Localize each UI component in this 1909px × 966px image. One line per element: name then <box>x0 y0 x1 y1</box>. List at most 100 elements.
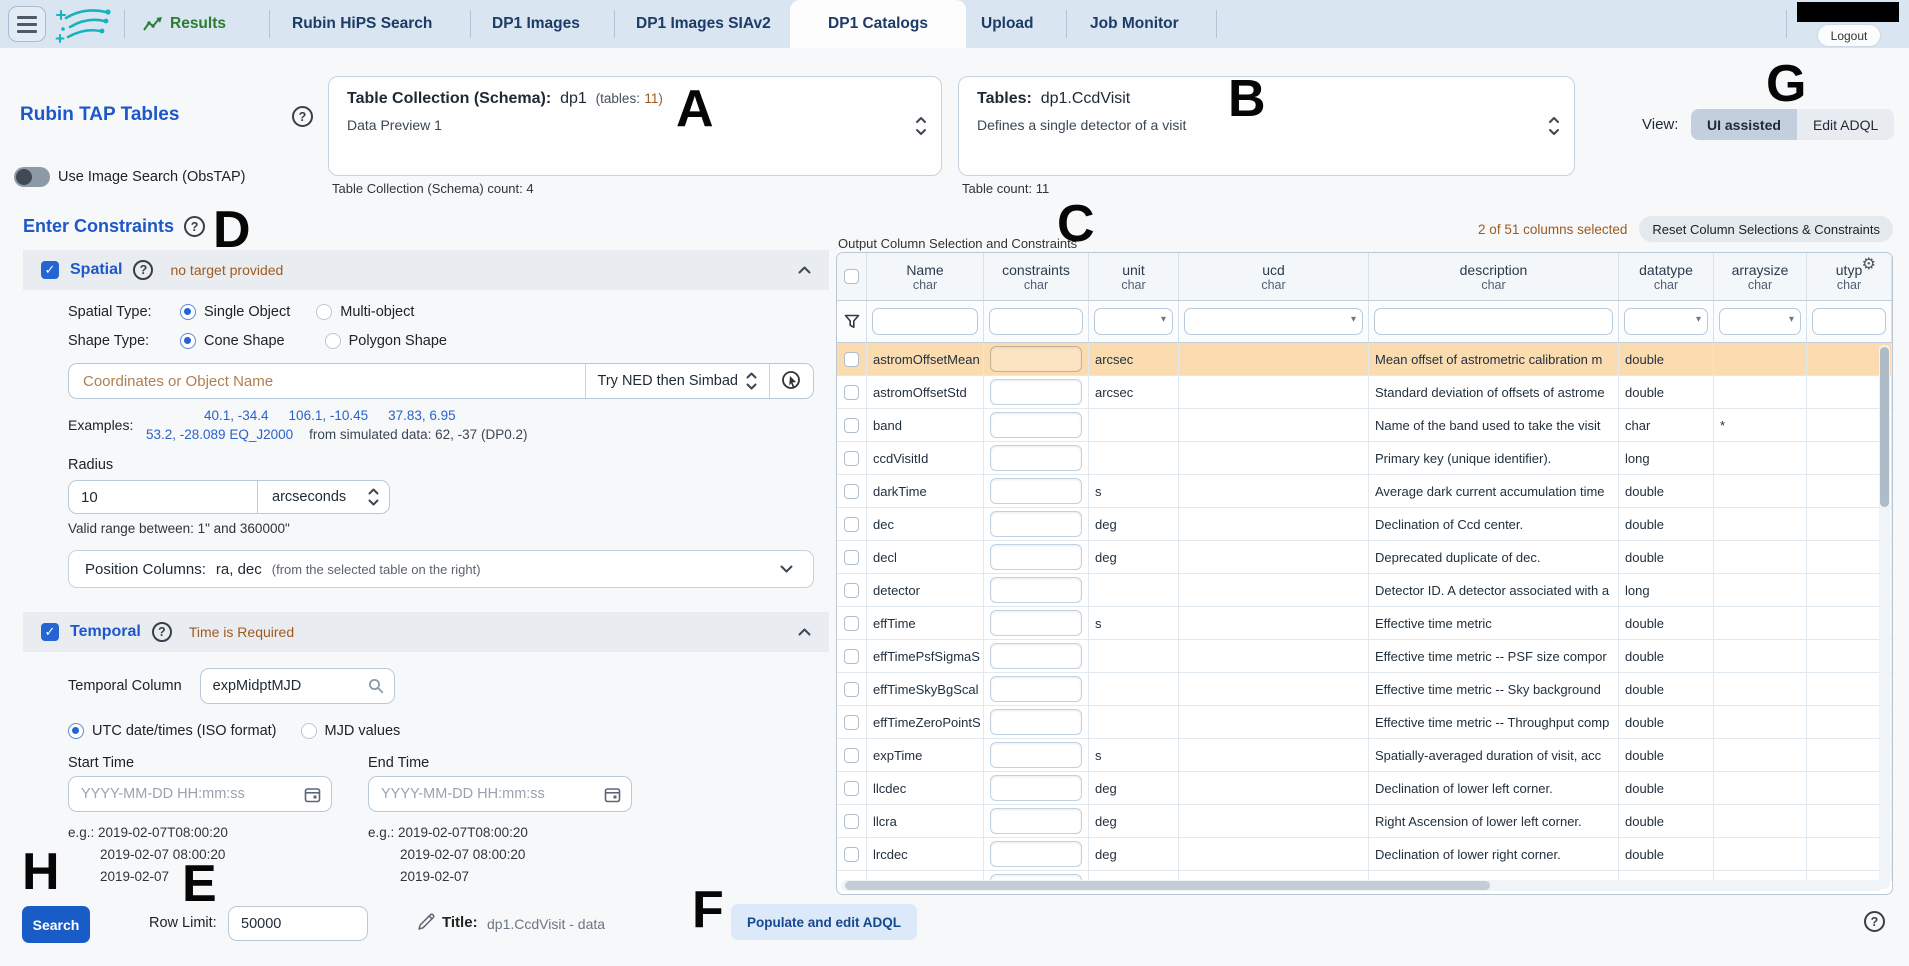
table-row[interactable]: detectorDetector ID. A detector associat… <box>837 574 1892 607</box>
filter-unit-input[interactable]: ▾ <box>1094 308 1173 335</box>
table-settings-gear-icon[interactable]: ⚙ <box>1862 257 1876 273</box>
tab-results[interactable]: Results <box>142 0 226 48</box>
column-header-datatype[interactable]: datatypechar <box>1619 253 1714 300</box>
utc-format-radio[interactable] <box>68 723 84 739</box>
multi-object-label[interactable]: Multi-object <box>340 304 414 320</box>
mjd-format-label[interactable]: MJD values <box>325 723 401 739</box>
table-row[interactable]: effTimeSkyBgScalEffective time metric --… <box>837 673 1892 706</box>
row-checkbox[interactable] <box>844 352 859 367</box>
vertical-scrollbar-thumb[interactable] <box>1880 347 1889 507</box>
constraint-input[interactable] <box>990 676 1082 702</box>
filter-ucd-input[interactable]: ▾ <box>1184 308 1363 335</box>
row-checkbox[interactable] <box>844 847 859 862</box>
row-checkbox[interactable] <box>844 385 859 400</box>
row-checkbox[interactable] <box>844 814 859 829</box>
schema-select[interactable]: Table Collection (Schema): dp1 (tables: … <box>328 76 942 176</box>
horizontal-scrollbar[interactable] <box>841 880 1883 891</box>
spatial-checkbox[interactable]: ✓ <box>41 261 59 279</box>
collapse-spatial-icon[interactable] <box>798 266 811 274</box>
column-header-unit[interactable]: unitchar <box>1089 253 1179 300</box>
table-row[interactable]: effTimesEffective time metricdouble <box>837 607 1892 640</box>
calendar-icon[interactable] <box>604 786 621 803</box>
radius-unit-select[interactable]: arcseconds <box>258 480 390 514</box>
example-coordinate-link[interactable]: 53.2, -28.089 EQ_J2000 <box>146 427 293 442</box>
collapse-temporal-icon[interactable] <box>798 628 811 636</box>
populate-adql-button[interactable]: Populate and edit ADQL <box>731 904 917 940</box>
column-header-arraysize[interactable]: arraysizechar <box>1714 253 1807 300</box>
constraint-input[interactable] <box>990 709 1082 735</box>
table-row[interactable]: darkTimesAverage dark current accumulati… <box>837 475 1892 508</box>
filter-arraysize-input[interactable]: ▾ <box>1719 308 1801 335</box>
obstap-toggle[interactable] <box>14 167 50 187</box>
single-object-radio[interactable] <box>180 304 196 320</box>
filter-utyp-input[interactable] <box>1812 308 1886 335</box>
row-checkbox[interactable] <box>844 550 859 565</box>
table-row[interactable]: llcdecdegDeclination of lower left corne… <box>837 772 1892 805</box>
example-coordinate-link[interactable]: 40.1, -34.4 <box>204 408 269 423</box>
row-checkbox[interactable] <box>844 616 859 631</box>
coordinates-input[interactable] <box>69 373 585 390</box>
row-checkbox[interactable] <box>844 418 859 433</box>
resolve-target-button[interactable] <box>769 364 813 398</box>
view-edit-adql-button[interactable]: Edit ADQL <box>1797 109 1894 140</box>
start-time-input[interactable] <box>81 786 304 802</box>
temporal-checkbox[interactable]: ✓ <box>41 623 59 641</box>
end-time-input[interactable] <box>381 786 604 802</box>
filter-datatype-input[interactable]: ▾ <box>1624 308 1708 335</box>
tab-job-monitor[interactable]: Job Monitor <box>1090 0 1179 48</box>
multi-object-radio[interactable] <box>316 304 332 320</box>
constraint-input[interactable] <box>990 841 1082 867</box>
table-row[interactable]: bandName of the band used to take the vi… <box>837 409 1892 442</box>
column-header-Name[interactable]: Namechar <box>867 253 984 300</box>
tables-select[interactable]: Tables: dp1.CcdVisit Defines a single de… <box>958 76 1575 176</box>
page-help-icon[interactable]: ? <box>1864 911 1885 932</box>
view-ui-assisted-button[interactable]: UI assisted <box>1691 109 1797 140</box>
menu-button[interactable] <box>8 6 46 42</box>
constraint-input[interactable] <box>990 544 1082 570</box>
constraints-help-icon[interactable]: ? <box>184 216 205 237</box>
tap-tables-help-icon[interactable]: ? <box>292 106 313 127</box>
calendar-icon[interactable] <box>304 786 321 803</box>
table-row[interactable]: lrcdecdegDeclination of lower right corn… <box>837 838 1892 871</box>
tab-dp1-images[interactable]: DP1 Images <box>492 0 580 48</box>
search-button[interactable]: Search <box>22 906 90 943</box>
spatial-help-icon[interactable]: ? <box>133 260 153 280</box>
logout-button[interactable]: Logout <box>1818 25 1880 46</box>
tab-dp1-catalogs-active[interactable]: DP1 Catalogs <box>790 0 966 48</box>
table-row[interactable]: ccdVisitIdPrimary key (unique identifier… <box>837 442 1892 475</box>
constraint-input[interactable] <box>990 775 1082 801</box>
example-coordinate-link[interactable]: 106.1, -10.45 <box>289 408 369 423</box>
row-checkbox[interactable] <box>844 484 859 499</box>
row-checkbox[interactable] <box>844 781 859 796</box>
cone-shape-label[interactable]: Cone Shape <box>204 333 285 349</box>
constraint-input[interactable] <box>990 610 1082 636</box>
radius-input[interactable] <box>68 480 258 514</box>
column-header-utyp[interactable]: utypchar <box>1807 253 1892 300</box>
filter-constraints-input[interactable] <box>989 308 1083 335</box>
row-limit-input[interactable] <box>228 906 368 941</box>
filter-Name-input[interactable] <box>872 308 978 335</box>
row-checkbox[interactable] <box>844 649 859 664</box>
row-checkbox[interactable] <box>844 451 859 466</box>
tab-dp1-images-siav2[interactable]: DP1 Images SIAv2 <box>636 0 771 48</box>
polygon-shape-label[interactable]: Polygon Shape <box>349 333 447 349</box>
position-columns-expander[interactable]: Position Columns: ra, dec (from the sele… <box>68 550 814 588</box>
filter-description-input[interactable] <box>1374 308 1613 335</box>
constraint-input[interactable] <box>990 808 1082 834</box>
constraint-input[interactable] <box>990 577 1082 603</box>
temporal-column-input[interactable] <box>213 678 368 694</box>
table-row[interactable]: decldegDeprecated duplicate of dec.doubl… <box>837 541 1892 574</box>
reset-columns-button[interactable]: Reset Column Selections & Constraints <box>1639 216 1893 242</box>
constraint-input[interactable] <box>990 412 1082 438</box>
table-row[interactable]: effTimePsfSigmaSEffective time metric --… <box>837 640 1892 673</box>
cone-shape-radio[interactable] <box>180 333 196 349</box>
row-checkbox[interactable] <box>844 517 859 532</box>
temporal-help-icon[interactable]: ? <box>152 622 172 642</box>
magnifier-icon[interactable] <box>368 678 384 694</box>
utc-format-label[interactable]: UTC date/times (ISO format) <box>92 723 277 739</box>
table-row[interactable]: expTimesSpatially-averaged duration of v… <box>837 739 1892 772</box>
horizontal-scrollbar-thumb[interactable] <box>845 881 1490 890</box>
row-checkbox[interactable] <box>844 748 859 763</box>
example-coordinate-link[interactable]: 37.83, 6.95 <box>388 408 456 423</box>
table-row[interactable]: astromOffsetMeanarcsecMean offset of ast… <box>837 343 1892 376</box>
